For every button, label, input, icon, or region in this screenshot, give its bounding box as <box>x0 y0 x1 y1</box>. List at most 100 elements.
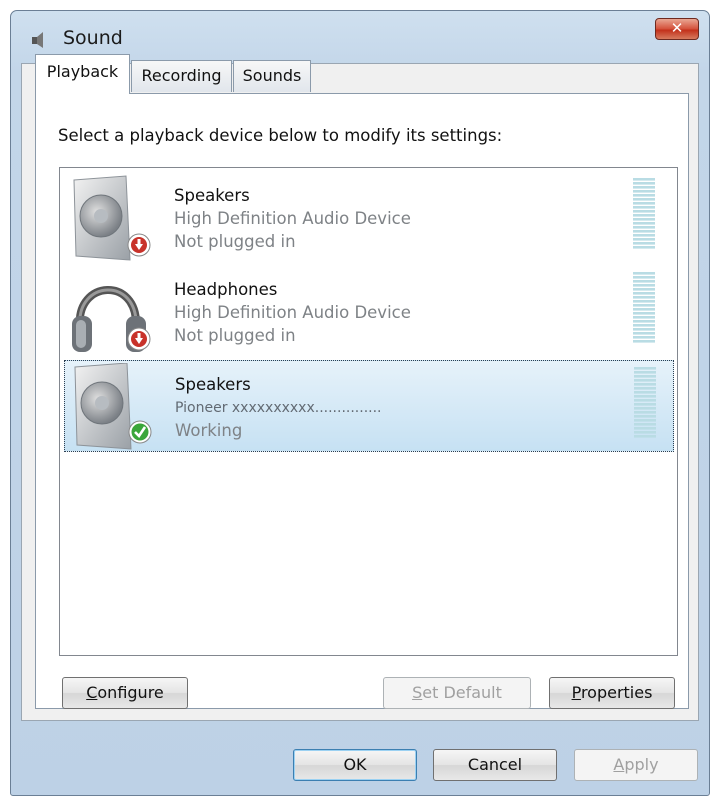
meter-segment <box>633 292 655 295</box>
title-bar[interactable]: Sound ✕ <box>11 11 709 57</box>
close-button[interactable]: ✕ <box>655 18 699 40</box>
meter-segment <box>633 276 655 279</box>
tab-playback[interactable]: Playback <box>35 54 130 94</box>
meter-segment <box>633 332 655 335</box>
meter-segment <box>634 399 656 402</box>
meter-segment <box>633 222 655 225</box>
tab-recording-label: Recording <box>141 66 222 85</box>
tab-playback-label: Playback <box>46 62 119 81</box>
meter-segment <box>633 194 655 197</box>
apply-label: pply <box>624 755 659 774</box>
tab-sounds[interactable]: Sounds <box>233 60 311 92</box>
volume-meter <box>633 272 655 343</box>
meter-segment <box>633 186 655 189</box>
instruction-text: Select a playback device below to modify… <box>58 126 503 145</box>
meter-segment <box>634 379 656 382</box>
properties-button[interactable]: Properties <box>549 677 675 709</box>
configure-label: onfigure <box>97 683 164 702</box>
meter-segment <box>634 367 656 370</box>
set-default-label: et Default <box>422 683 502 702</box>
set-default-mnemonic: S <box>412 683 423 702</box>
meter-segment <box>634 423 656 426</box>
list-item-selected[interactable]: Speakers Pioneer xxxxxxxxxx.............… <box>64 360 674 452</box>
meter-segment <box>634 391 656 394</box>
meter-segment <box>633 320 655 323</box>
meter-segment <box>634 415 656 418</box>
volume-meter <box>633 178 655 249</box>
meter-segment <box>633 198 655 201</box>
device-status: Working <box>175 421 243 440</box>
meter-segment <box>634 419 656 422</box>
list-item[interactable]: Speakers High Definition Audio Device No… <box>64 172 674 264</box>
meter-segment <box>633 280 655 283</box>
list-item[interactable]: Headphones High Definition Audio Device … <box>64 266 674 358</box>
meter-segment <box>633 234 655 237</box>
cancel-button[interactable]: Cancel <box>433 749 557 781</box>
device-description: Pioneer xxxxxxxxxx............... <box>175 400 382 416</box>
meter-segment <box>633 210 655 213</box>
meter-segment <box>633 202 655 205</box>
meter-segment <box>634 387 656 390</box>
meter-segment <box>633 316 655 319</box>
meter-segment <box>633 246 655 249</box>
volume-meter <box>634 367 656 438</box>
device-status: Not plugged in <box>174 232 296 251</box>
meter-segment <box>633 242 655 245</box>
meter-segment <box>634 383 656 386</box>
ok-button[interactable]: OK <box>293 749 417 781</box>
meter-segment <box>633 206 655 209</box>
meter-segment <box>633 284 655 287</box>
device-name: Speakers <box>175 375 251 394</box>
tab-recording[interactable]: Recording <box>131 60 232 92</box>
meter-segment <box>633 304 655 307</box>
device-description: High Definition Audio Device <box>174 303 411 322</box>
meter-segment <box>634 395 656 398</box>
meter-segment <box>634 407 656 410</box>
meter-segment <box>633 214 655 217</box>
meter-segment <box>633 226 655 229</box>
device-status: Not plugged in <box>174 326 296 345</box>
ok-label: OK <box>343 755 367 774</box>
set-default-button[interactable]: Set Default <box>383 677 531 709</box>
tab-sounds-label: Sounds <box>242 66 302 85</box>
meter-segment <box>633 272 655 275</box>
meter-segment <box>633 296 655 299</box>
meter-segment <box>633 288 655 291</box>
meter-segment <box>633 308 655 311</box>
device-description: High Definition Audio Device <box>174 209 411 228</box>
meter-segment <box>633 230 655 233</box>
meter-segment <box>633 324 655 327</box>
meter-segment <box>633 182 655 185</box>
properties-mnemonic: P <box>571 683 581 702</box>
working-check-icon <box>128 420 152 444</box>
unplugged-badge-icon <box>127 327 151 351</box>
meter-segment <box>633 336 655 339</box>
meter-segment <box>633 218 655 221</box>
window-title: Sound <box>63 27 123 49</box>
meter-segment <box>633 238 655 241</box>
meter-segment <box>633 328 655 331</box>
device-name: Speakers <box>174 186 250 205</box>
playback-device-list[interactable]: Speakers High Definition Audio Device No… <box>59 167 678 656</box>
unplugged-badge-icon <box>127 233 151 257</box>
meter-segment <box>633 190 655 193</box>
cancel-label: Cancel <box>467 755 523 774</box>
apply-mnemonic: A <box>613 755 625 774</box>
configure-mnemonic: C <box>86 683 98 702</box>
meter-segment <box>633 340 655 343</box>
speaker-icon <box>32 32 43 48</box>
close-icon: ✕ <box>670 19 684 37</box>
meter-segment <box>633 312 655 315</box>
meter-segment <box>634 375 656 378</box>
meter-segment <box>634 411 656 414</box>
meter-segment <box>633 178 655 181</box>
apply-button[interactable]: Apply <box>574 749 698 781</box>
meter-segment <box>634 435 656 438</box>
configure-button[interactable]: Configure <box>62 677 188 709</box>
meter-segment <box>634 427 656 430</box>
meter-segment <box>634 431 656 434</box>
properties-label: roperties <box>580 683 653 702</box>
meter-segment <box>634 403 656 406</box>
meter-segment <box>634 371 656 374</box>
device-name: Headphones <box>174 280 278 299</box>
